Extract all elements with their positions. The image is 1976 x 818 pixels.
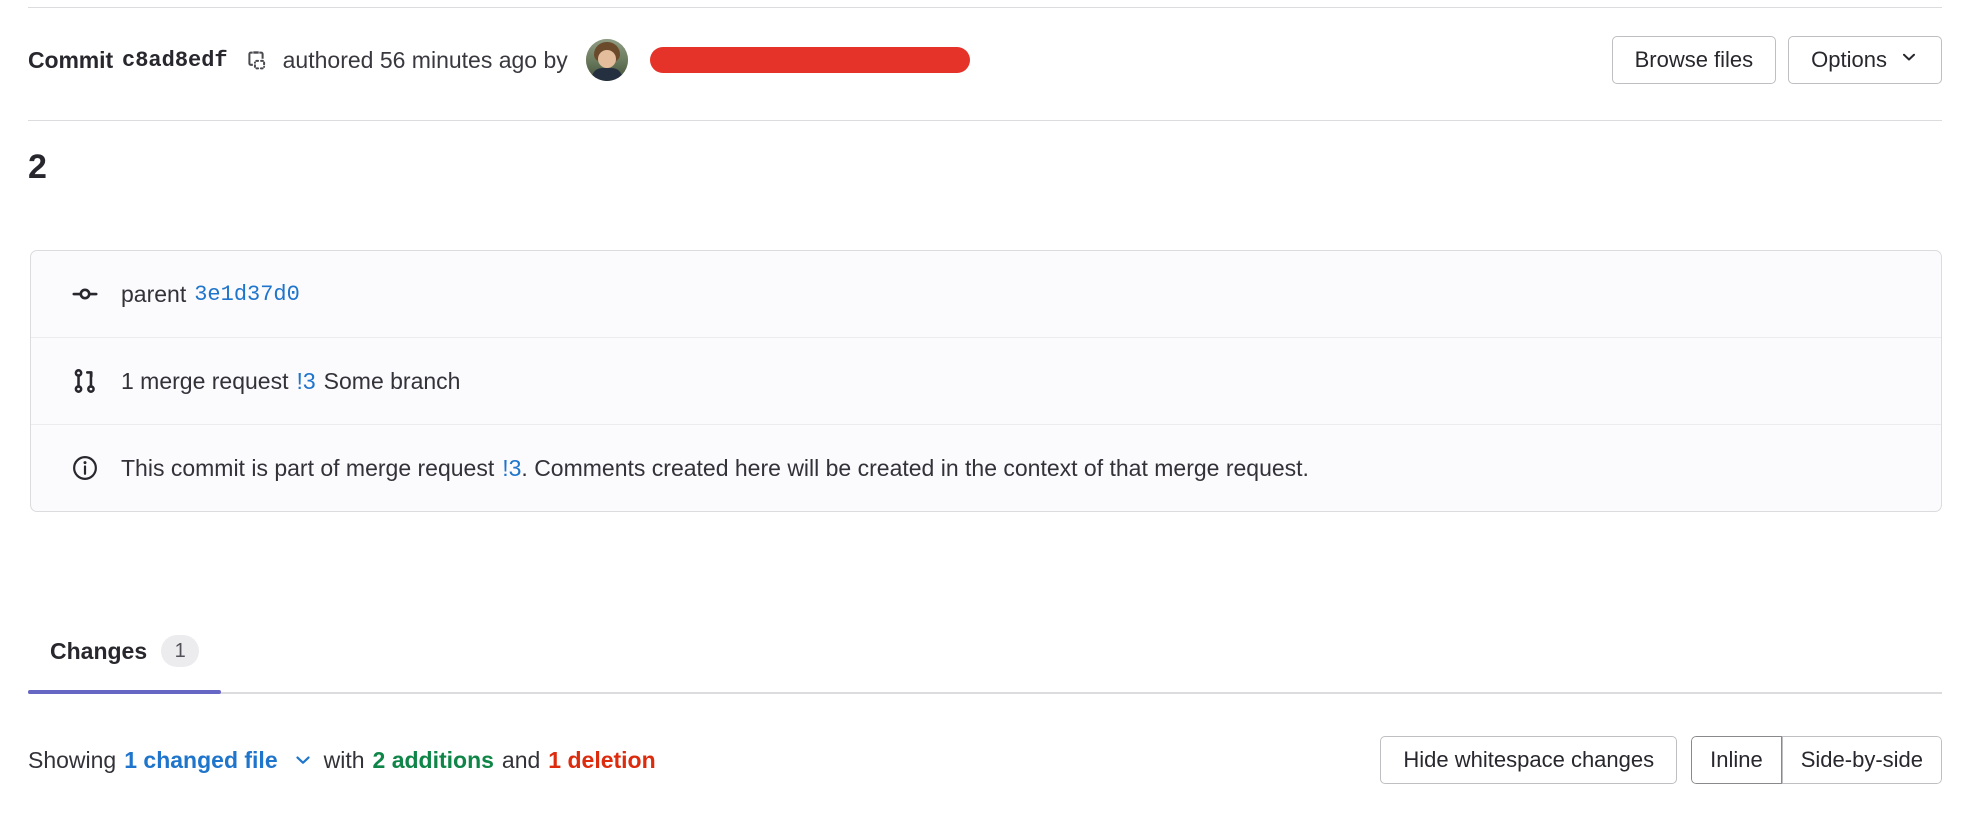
chevron-down-icon[interactable] xyxy=(288,745,318,775)
parent-commit-link[interactable]: 3e1d37d0 xyxy=(194,282,300,307)
authored-text: authored 56 minutes ago by xyxy=(283,47,568,74)
options-button-label: Options xyxy=(1811,47,1887,73)
commit-sha: c8ad8edf xyxy=(122,48,228,73)
top-divider xyxy=(28,7,1942,8)
header-divider xyxy=(28,120,1942,121)
additions-count: 2 additions xyxy=(373,747,494,774)
tab-changes-count: 1 xyxy=(161,635,199,667)
author-name-redacted[interactable] xyxy=(650,47,970,73)
options-button[interactable]: Options xyxy=(1788,36,1942,84)
browse-files-button[interactable]: Browse files xyxy=(1612,36,1777,84)
copy-to-clipboard-icon[interactable] xyxy=(239,43,273,77)
with-text: with xyxy=(324,747,365,774)
and-text: and xyxy=(502,747,540,774)
merge-request-prefix: 1 merge request xyxy=(121,368,288,395)
avatar[interactable] xyxy=(586,39,628,81)
diff-view-controls: Hide whitespace changes Inline Side-by-s… xyxy=(1380,736,1942,784)
merge-request-notice-row: This commit is part of merge request !3 … xyxy=(31,425,1941,511)
commit-message-title: 2 xyxy=(28,147,47,188)
view-mode-inline-button[interactable]: Inline xyxy=(1691,736,1782,784)
diff-view-mode-toggle: Inline Side-by-side xyxy=(1691,736,1942,784)
merge-request-icon xyxy=(67,367,103,395)
chevron-down-icon xyxy=(1899,47,1919,73)
notice-text-before: This commit is part of merge request xyxy=(121,455,494,482)
merge-request-branch: Some branch xyxy=(324,368,461,395)
commit-page: Commit c8ad8edf authored 56 minutes ago … xyxy=(0,0,1976,818)
header-actions: Browse files Options xyxy=(1612,36,1942,84)
hide-whitespace-changes-button[interactable]: Hide whitespace changes xyxy=(1380,736,1677,784)
parent-commit-row: parent 3e1d37d0 xyxy=(31,251,1941,338)
diff-summary-text: Showing 1 changed file with 2 additions … xyxy=(28,745,656,775)
parent-label: parent xyxy=(121,281,186,308)
commit-tabs: Changes 1 xyxy=(28,610,1942,694)
notice-merge-request-link[interactable]: !3 xyxy=(502,455,521,482)
changed-files-dropdown-link[interactable]: 1 changed file xyxy=(124,747,277,774)
commit-identity: Commit c8ad8edf authored 56 minutes ago … xyxy=(28,39,1612,81)
deletions-count: 1 deletion xyxy=(548,747,655,774)
merge-request-row: 1 merge request !3 Some branch xyxy=(31,338,1941,425)
commit-icon xyxy=(67,280,103,308)
diff-summary-bar: Showing 1 changed file with 2 additions … xyxy=(28,720,1942,800)
notice-text-after: . Comments created here will be created … xyxy=(521,455,1309,482)
view-mode-side-by-side-button[interactable]: Side-by-side xyxy=(1782,736,1942,784)
tab-changes-label: Changes xyxy=(50,638,147,665)
commit-header: Commit c8ad8edf authored 56 minutes ago … xyxy=(28,28,1942,92)
commit-info-card: parent 3e1d37d0 1 merge request !3 Some … xyxy=(30,250,1942,512)
showing-prefix: Showing xyxy=(28,747,116,774)
tab-changes[interactable]: Changes 1 xyxy=(28,610,221,692)
merge-request-reference-link[interactable]: !3 xyxy=(296,368,315,395)
information-o-icon xyxy=(67,454,103,482)
commit-label: Commit xyxy=(28,47,113,74)
